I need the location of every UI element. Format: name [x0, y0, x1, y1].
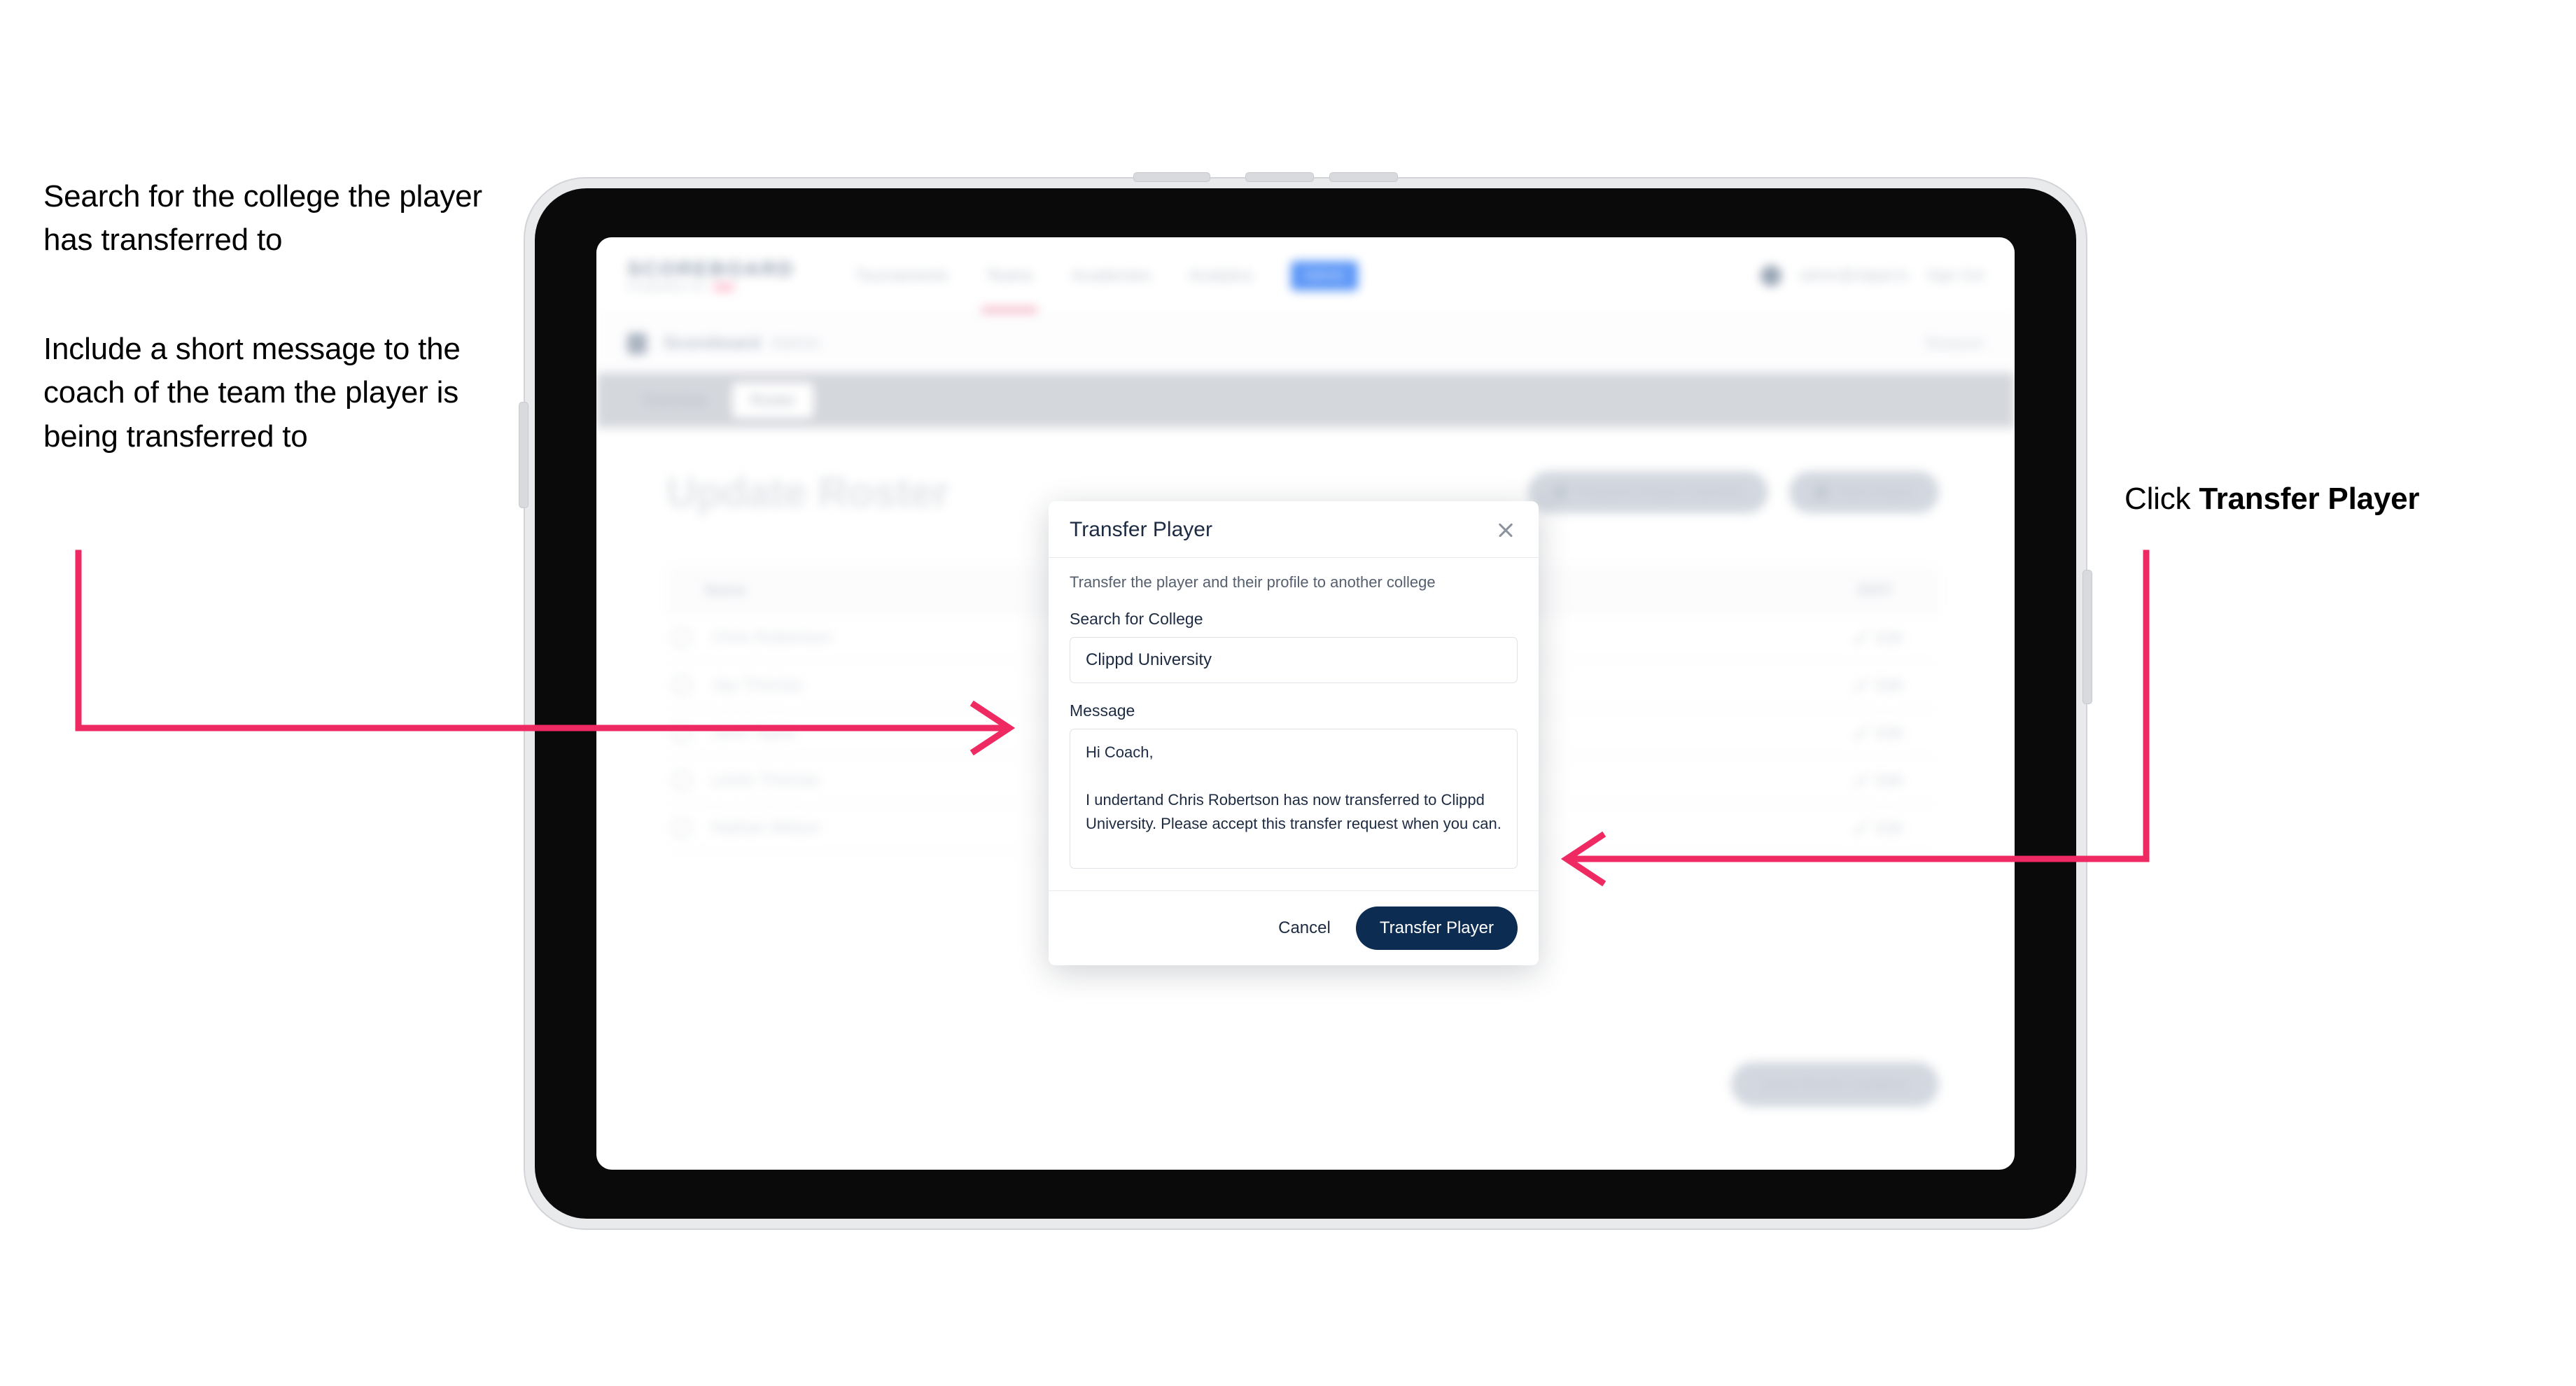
player-name: Chris Robertson — [711, 627, 833, 647]
pencil-icon — [1853, 630, 1868, 645]
volume-up-button[interactable] — [1246, 173, 1313, 181]
edit-label: Edit — [1876, 723, 1903, 741]
column-header-edit: EDIT — [1857, 580, 1893, 598]
search-college-label: Search for College — [1070, 610, 1203, 628]
player-name: Lewis Thomas — [711, 770, 820, 790]
account-email: admin@clippd.io — [1799, 267, 1909, 284]
pencil-icon — [1853, 678, 1868, 692]
request-player-transfer-button[interactable]: Request Player Transfer — [1528, 471, 1769, 513]
nav-link-tournaments[interactable]: Tournaments — [855, 266, 948, 285]
tab-overview[interactable]: Overview — [624, 383, 725, 418]
modal-header: Transfer Player — [1049, 501, 1539, 558]
close-icon[interactable] — [1494, 518, 1518, 542]
brand-subtitle: POWERED BY — [627, 281, 794, 293]
add-player-button[interactable]: Add Player — [1789, 471, 1939, 513]
tab-bar: Overview Roster — [596, 373, 2015, 428]
row-checkbox[interactable] — [672, 770, 692, 790]
nav-link-teams[interactable]: Teams — [981, 266, 1037, 313]
brand-powered-by: POWERED BY — [627, 281, 708, 293]
edit-action[interactable]: Edit — [1853, 819, 1903, 837]
nav-pill-admin[interactable]: Admin — [1291, 260, 1358, 290]
breadcrumb-main[interactable]: Scoreboard — [664, 333, 761, 354]
modal-title: Transfer Player — [1070, 518, 1212, 541]
edit-label: Edit — [1876, 676, 1903, 694]
brand-logo[interactable]: SCOREBOARD POWERED BY — [627, 258, 794, 293]
nav-link-analytics[interactable]: Analytics — [1189, 266, 1253, 285]
annotation-right-prefix: Click — [2124, 482, 2199, 516]
pencil-icon — [1853, 820, 1868, 835]
edit-action[interactable]: Edit — [1853, 724, 1903, 742]
top-navigation-bar: SCOREBOARD POWERED BY Tournaments Teams … — [596, 237, 2015, 314]
row-checkbox[interactable] — [672, 675, 692, 695]
avatar[interactable] — [1760, 265, 1782, 286]
field-spacer — [1070, 683, 1518, 701]
annotation-search-college: Search for the college the player has tr… — [43, 179, 482, 258]
transfer-player-button[interactable]: Transfer Player — [1355, 906, 1518, 950]
add-player-label: Add Player — [1838, 483, 1914, 500]
account-area: admin@clippd.io Sign Out — [1760, 265, 1984, 286]
edit-action[interactable]: Edit — [1853, 676, 1903, 694]
breadcrumb-bar: Scoreboard Admin Season — [596, 314, 2015, 373]
row-checkbox[interactable] — [672, 627, 692, 648]
volume-down-button[interactable] — [1330, 173, 1397, 181]
power-button[interactable] — [1134, 173, 1210, 181]
nav-link-academies[interactable]: Academies — [1071, 266, 1151, 285]
page-title: Update Roster — [666, 469, 949, 516]
brand-badge-icon — [713, 282, 734, 292]
row-checkbox[interactable] — [672, 722, 692, 743]
pencil-icon — [1853, 773, 1868, 788]
modal-body: Transfer the player and their profile to… — [1049, 558, 1539, 890]
player-name: John Taylor — [711, 722, 797, 742]
transfer-player-modal: Transfer Player Transfer the player and … — [1049, 501, 1539, 965]
cancel-button[interactable]: Cancel — [1275, 914, 1334, 942]
edit-label: Edit — [1876, 818, 1903, 836]
edit-label: Edit — [1876, 771, 1903, 789]
search-college-input[interactable] — [1070, 637, 1518, 683]
request-player-transfer-label: Request Player Transfer — [1577, 483, 1744, 500]
nav-links: Tournaments Teams Academies Analytics Ad… — [855, 260, 1358, 313]
breadcrumb-sub: Admin — [770, 333, 820, 353]
column-header-name: Name — [704, 580, 746, 598]
brand-name: SCOREBOARD — [627, 258, 795, 281]
message-label: Message — [1070, 701, 1135, 720]
save-roster-updates-button[interactable]: Save Roster Updates — [1730, 1062, 1939, 1107]
side-button-left[interactable] — [519, 402, 528, 507]
screenshot-stage: Search for the college the player has tr… — [0, 0, 2576, 1386]
row-checkbox[interactable] — [672, 818, 692, 838]
player-name: Nathan Wilson — [711, 818, 821, 837]
transfer-icon — [1553, 485, 1568, 499]
sign-out-link[interactable]: Sign Out — [1926, 267, 1984, 284]
edit-action[interactable]: Edit — [1853, 629, 1903, 647]
tab-roster[interactable]: Roster — [732, 383, 814, 418]
modal-description: Transfer the player and their profile to… — [1070, 573, 1436, 591]
edit-action[interactable]: Edit — [1853, 771, 1903, 790]
annotation-include-message: Include a short message to the coach of … — [43, 332, 461, 454]
side-button-right[interactable] — [2083, 570, 2092, 704]
modal-footer: Cancel Transfer Player — [1049, 890, 1539, 965]
annotation-right-bold: Transfer Player — [2199, 482, 2420, 516]
message-textarea[interactable] — [1070, 729, 1518, 869]
annotation-click-transfer-player: Click Transfer Player — [2124, 477, 2572, 521]
plus-icon — [1814, 485, 1829, 499]
header-actions: Request Player Transfer Add Player — [1528, 471, 1939, 513]
season-selector[interactable]: Season — [1924, 333, 1984, 354]
pencil-icon — [1853, 725, 1868, 740]
player-name: Jay Thomas — [711, 675, 803, 694]
scoreboard-icon — [627, 332, 647, 354]
edit-label: Edit — [1876, 628, 1903, 646]
